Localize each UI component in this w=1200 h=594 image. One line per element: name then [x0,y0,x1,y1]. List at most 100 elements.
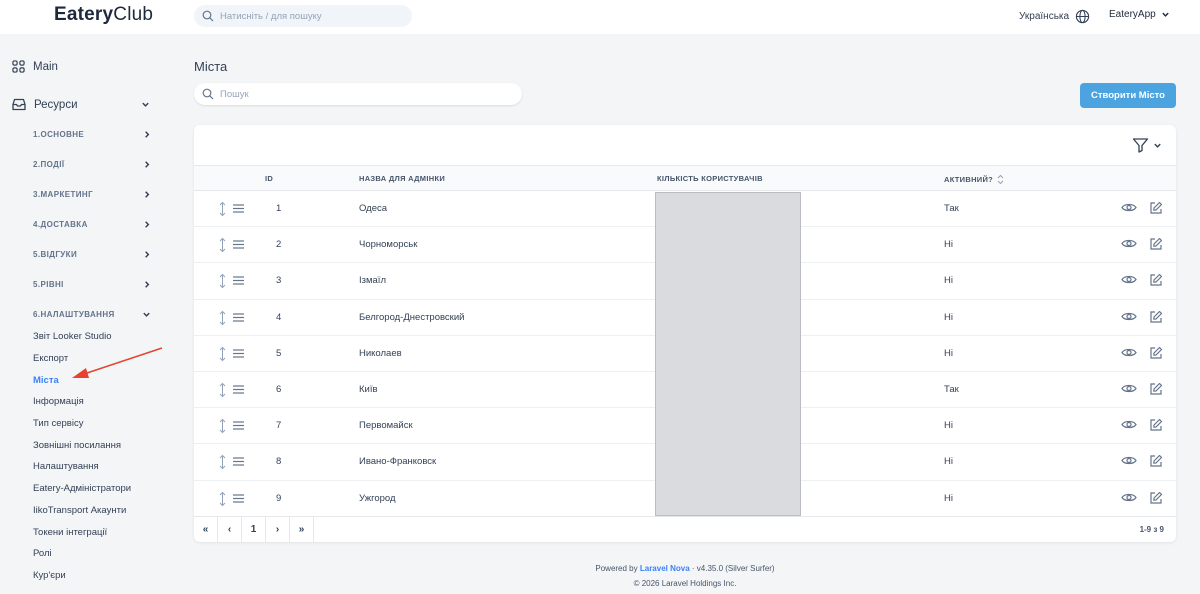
edit-icon[interactable] [1149,237,1163,251]
next-page-button[interactable]: › [266,517,290,542]
sidebar-item-roles[interactable]: Ролі [33,548,52,559]
language-label: Українська [1019,11,1070,22]
drag-handle-icon[interactable] [233,493,244,503]
cell-id: 4 [276,311,282,323]
column-name[interactable]: НАЗВА ДЛЯ АДМІНКИ [359,174,445,183]
reorder-icon[interactable] [218,237,227,253]
edit-icon[interactable] [1149,382,1163,396]
column-users[interactable]: КІЛЬКІСТЬ КОРИСТУВАЧІВ [657,174,763,183]
sidebar-item-service-type[interactable]: Тип сервісу [33,418,83,429]
cell-id: 3 [276,275,282,287]
sort-icon[interactable] [997,174,1004,185]
chevron-down-icon [1161,12,1169,17]
drag-handle-icon[interactable] [233,204,244,213]
redacted-users-column [655,192,801,516]
column-id[interactable]: ID [265,174,273,183]
chevron-down-icon [1154,143,1161,148]
cell-name: Первомайск [359,420,413,432]
user-name: EateryApp [1109,9,1156,20]
reorder-icon[interactable] [218,273,227,289]
resource-search[interactable] [194,83,522,105]
reorder-icon[interactable] [218,346,227,362]
cell-name: Николаев [359,347,402,359]
reorder-icon[interactable] [218,418,227,434]
drag-handle-icon[interactable] [233,276,244,285]
cell-id: 1 [276,203,282,214]
eye-icon[interactable] [1121,347,1137,358]
filter-icon [1132,138,1149,153]
search-icon [202,88,214,100]
drag-handle-icon[interactable] [233,421,244,430]
cell-active: Ні [944,492,953,504]
edit-icon[interactable] [1149,418,1163,432]
prev-page-button[interactable]: ‹ [218,517,242,542]
column-active[interactable]: АКТИВНИЙ? [944,174,1004,185]
first-page-button[interactable]: « [194,517,218,542]
global-search[interactable] [194,5,412,27]
footer-copyright: © 2026 Laravel Holdings Inc. [633,579,737,588]
drag-handle-icon[interactable] [233,312,244,322]
cell-id: 5 [276,347,282,359]
reorder-icon[interactable] [218,310,227,326]
cell-active: Ні [944,456,953,468]
cell-name: Ізмаїл [359,275,386,287]
cell-id: 8 [276,456,282,468]
page-1-button[interactable]: 1 [242,517,266,542]
sidebar-item-iiko[interactable]: IikoTransport Акаунти [33,505,126,516]
drag-handle-icon[interactable] [233,349,244,358]
drag-handle-icon[interactable] [233,385,244,394]
eye-icon[interactable] [1121,455,1137,466]
eye-icon[interactable] [1121,202,1137,213]
eye-icon[interactable] [1121,492,1137,503]
global-search-input[interactable] [220,10,400,22]
eye-icon[interactable] [1121,383,1137,394]
eye-icon[interactable] [1121,274,1137,285]
filter-button[interactable] [1132,137,1162,153]
edit-icon[interactable] [1149,454,1163,468]
cell-active: Так [944,383,959,395]
page-title: Міста [194,59,228,74]
eye-icon[interactable] [1121,419,1137,430]
reorder-icon[interactable] [218,491,227,507]
user-menu[interactable]: EateryApp [1109,9,1170,20]
sidebar-item-tokens[interactable]: Токени інтеграції [33,527,107,538]
cell-id: 7 [276,420,282,432]
last-page-button[interactable]: » [290,517,314,542]
sidebar-item-links[interactable]: Зовнішні посилання [33,440,121,451]
cell-active: Ні [944,347,953,359]
cell-name: Чорноморськ [359,239,418,251]
edit-icon[interactable] [1149,310,1163,324]
create-city-button[interactable]: Створити Місто [1080,83,1176,108]
drag-handle-icon[interactable] [233,457,244,466]
table-header: ID НАЗВА ДЛЯ АДМІНКИ КІЛЬКІСТЬ КОРИСТУВА… [194,165,1176,191]
cell-id: 6 [276,383,282,395]
drag-handle-icon[interactable] [233,240,244,249]
cell-name: Київ [359,383,378,395]
cell-active: Ні [944,420,953,432]
reorder-icon[interactable] [218,382,227,398]
cell-name: Белгород-Днестровский [359,311,465,323]
eye-icon[interactable] [1121,311,1137,322]
sidebar-item-admins[interactable]: Eatery-Адміністратори [33,483,131,494]
edit-icon[interactable] [1149,346,1163,360]
cell-active: Ні [944,275,953,287]
search-icon [202,10,214,22]
sidebar-item-settings[interactable]: Налаштування [33,461,99,472]
pagination-count: 1-9 з 9 [1139,525,1164,534]
edit-icon[interactable] [1149,491,1163,505]
resource-search-input[interactable] [220,88,510,100]
annotation-arrow [72,347,163,378]
pagination: « ‹ 1 › » 1-9 з 9 [194,516,1176,542]
cell-id: 9 [276,492,282,504]
edit-icon[interactable] [1149,201,1163,215]
reorder-icon[interactable] [218,201,227,217]
reorder-icon[interactable] [218,454,227,470]
cell-name: Ивано-Франковск [359,456,437,468]
nova-link[interactable]: Laravel Nova [640,564,690,573]
cell-name: Одеса [359,203,388,214]
eye-icon[interactable] [1121,238,1137,249]
edit-icon[interactable] [1149,273,1163,287]
cell-active: Ні [944,311,953,323]
cell-active: Ні [944,239,953,251]
language-switcher[interactable]: Українська [1019,9,1090,24]
